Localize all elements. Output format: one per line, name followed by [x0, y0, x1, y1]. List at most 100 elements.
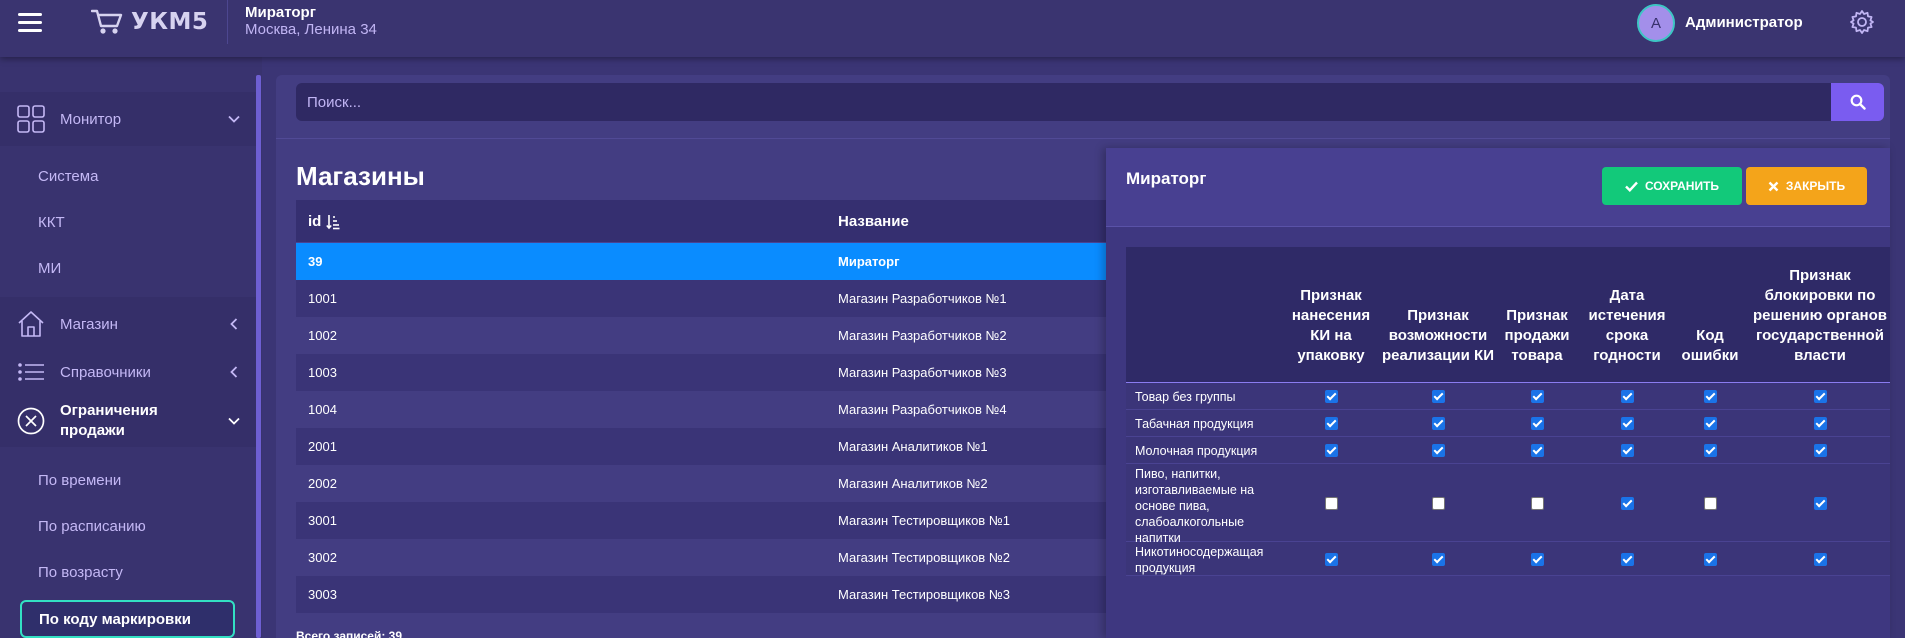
check-icon — [1625, 181, 1638, 192]
restriction-checkbox[interactable] — [1432, 552, 1445, 566]
chevron-left-icon — [230, 366, 238, 378]
table-row[interactable]: 2001 Магазин Аналитиков №1 — [296, 428, 1106, 465]
avatar[interactable]: А — [1637, 4, 1675, 42]
store-name-cell: Магазин Разработчиков №1 — [838, 291, 1007, 306]
store-name-cell: Мираторг — [838, 254, 900, 269]
store-name-cell: Магазин Тестировщиков №2 — [838, 550, 1010, 565]
restriction-checkbox[interactable] — [1621, 390, 1634, 403]
restriction-checkbox[interactable] — [1325, 496, 1338, 510]
restriction-checkbox[interactable] — [1325, 444, 1338, 457]
matrix-row: Пиво, напитки, изготавливаемые на основе… — [1126, 464, 1890, 545]
restriction-checkbox[interactable] — [1621, 444, 1634, 457]
matrix-row: Товар без группы — [1126, 383, 1890, 410]
restriction-checkbox[interactable] — [1531, 417, 1544, 430]
product-category-label: Никотиносодержащая продукция — [1135, 545, 1264, 575]
sidebar-group-references[interactable]: Справочники — [0, 345, 256, 399]
logo-text: УКМ5 — [131, 9, 209, 35]
store-detail-panel: Мираторг СОХРАНИТЬ ЗАКРЫТЬ Признак нанес… — [1106, 148, 1890, 638]
matrix-column-header: Дата истечения срока годности — [1588, 287, 1666, 364]
sidebar-item-mi[interactable]: МИ — [38, 260, 61, 277]
sidebar-item-by-age[interactable]: По возрасту — [38, 564, 123, 581]
matrix-row: Табачная продукция — [1126, 410, 1890, 437]
cart-icon — [91, 9, 123, 34]
store-name-cell: Магазин Разработчиков №4 — [838, 402, 1007, 417]
table-row[interactable]: 1002 Магазин Разработчиков №2 — [296, 317, 1106, 354]
stores-table: id Название 39 Мираторг 1001 Магазин Разраб… — [296, 200, 1106, 613]
sidebar-item-by-time[interactable]: По времени — [38, 472, 121, 489]
search-button[interactable] — [1831, 83, 1884, 121]
gear-icon[interactable] — [1849, 9, 1875, 35]
home-icon — [18, 311, 44, 337]
forbidden-icon — [17, 407, 45, 435]
table-row[interactable]: 3001 Магазин Тестировщиков №1 — [296, 502, 1106, 539]
matrix-column-header: Код ошибки — [1681, 327, 1739, 364]
store-id-cell: 39 — [308, 254, 323, 269]
restriction-checkbox[interactable] — [1325, 390, 1338, 403]
table-row[interactable]: 1003 Магазин Разработчиков №3 — [296, 354, 1106, 391]
restriction-checkbox[interactable] — [1432, 417, 1445, 430]
product-category-label: Пиво, напитки, изготавливаемые на основе… — [1135, 467, 1255, 545]
restriction-checkbox[interactable] — [1325, 417, 1338, 430]
store-id-cell: 1004 — [308, 402, 337, 417]
matrix-column-header: Признак продажи товара — [1504, 307, 1570, 364]
restriction-checkbox[interactable] — [1814, 444, 1827, 457]
table-row[interactable]: 1004 Магазин Разработчиков №4 — [296, 391, 1106, 428]
store-id-cell: 1003 — [308, 365, 337, 380]
restriction-checkbox[interactable] — [1704, 444, 1717, 457]
product-category-label: Табачная продукция — [1135, 416, 1254, 431]
current-store-address[interactable]: Москва, Ленина 34 — [245, 21, 377, 38]
restriction-checkbox[interactable] — [1531, 496, 1544, 510]
store-name-cell: Магазин Тестировщиков №3 — [838, 587, 1010, 602]
sidebar-group-label: Магазин — [60, 315, 118, 333]
monitor-grid-icon — [17, 105, 45, 133]
restriction-checkbox[interactable] — [1704, 390, 1717, 403]
restriction-checkbox[interactable] — [1432, 496, 1445, 510]
restriction-checkbox[interactable] — [1432, 444, 1445, 457]
column-header-name[interactable]: Название — [838, 200, 909, 243]
sidebar-group-sale-restrictions[interactable]: Ограничения продажи — [0, 395, 256, 447]
sidebar-scrollbar[interactable] — [256, 75, 261, 638]
sidebar-item-by-schedule[interactable]: По расписанию — [38, 518, 146, 535]
restriction-checkbox[interactable] — [1704, 496, 1717, 510]
table-row[interactable]: 1001 Магазин Разработчиков №1 — [296, 280, 1106, 317]
restriction-checkbox[interactable] — [1531, 552, 1544, 566]
sidebar-item-by-marking-code[interactable]: По коду маркировки — [20, 600, 235, 638]
sidebar-item-kkt[interactable]: ККТ — [38, 214, 65, 231]
sidebar-group-store[interactable]: Магазин — [0, 297, 256, 351]
restriction-checkbox[interactable] — [1704, 552, 1717, 566]
restriction-checkbox[interactable] — [1621, 417, 1634, 430]
restriction-checkbox[interactable] — [1814, 552, 1827, 566]
matrix-header: Признак нанесения КИ на упаковку Признак… — [1126, 247, 1890, 383]
app-logo[interactable]: УКМ5 — [91, 6, 208, 38]
close-button[interactable]: ЗАКРЫТЬ — [1746, 167, 1867, 205]
search-input[interactable] — [296, 83, 1832, 121]
user-name[interactable]: Администратор — [1685, 14, 1803, 31]
table-row[interactable]: 2002 Магазин Аналитиков №2 — [296, 465, 1106, 502]
column-header-id[interactable]: id — [308, 200, 340, 243]
store-id-cell: 3002 — [308, 550, 337, 565]
save-button[interactable]: СОХРАНИТЬ — [1602, 167, 1742, 205]
restriction-checkbox[interactable] — [1814, 496, 1827, 510]
restriction-checkbox[interactable] — [1531, 390, 1544, 403]
table-row[interactable]: 3003 Магазин Тестировщиков №3 — [296, 576, 1106, 613]
restriction-checkbox[interactable] — [1531, 444, 1544, 457]
sidebar-item-system[interactable]: Система — [38, 168, 98, 185]
restriction-checkbox[interactable] — [1621, 552, 1634, 566]
store-name-cell: Магазин Разработчиков №2 — [838, 328, 1007, 343]
restriction-checkbox[interactable] — [1432, 390, 1445, 403]
sidebar-group-monitor[interactable]: Монитор — [0, 92, 256, 146]
restriction-checkbox[interactable] — [1621, 496, 1634, 510]
restriction-checkbox[interactable] — [1325, 552, 1338, 566]
table-row[interactable]: 3002 Магазин Тестировщиков №2 — [296, 539, 1106, 576]
restriction-checkbox[interactable] — [1814, 390, 1827, 403]
total-records: Всего записей: 39 — [296, 629, 403, 638]
hamburger-menu-icon[interactable] — [18, 13, 42, 33]
store-name-cell: Магазин Разработчиков №3 — [838, 365, 1007, 380]
table-body: 39 Мираторг 1001 Магазин Разработчиков №1 10… — [296, 243, 1106, 613]
current-store-name[interactable]: Мираторг — [245, 4, 316, 21]
table-row[interactable]: 39 Мираторг — [296, 243, 1106, 280]
chevron-left-icon — [230, 318, 238, 330]
store-id-cell: 2001 — [308, 439, 337, 454]
restriction-checkbox[interactable] — [1704, 417, 1717, 430]
restriction-checkbox[interactable] — [1814, 417, 1827, 430]
